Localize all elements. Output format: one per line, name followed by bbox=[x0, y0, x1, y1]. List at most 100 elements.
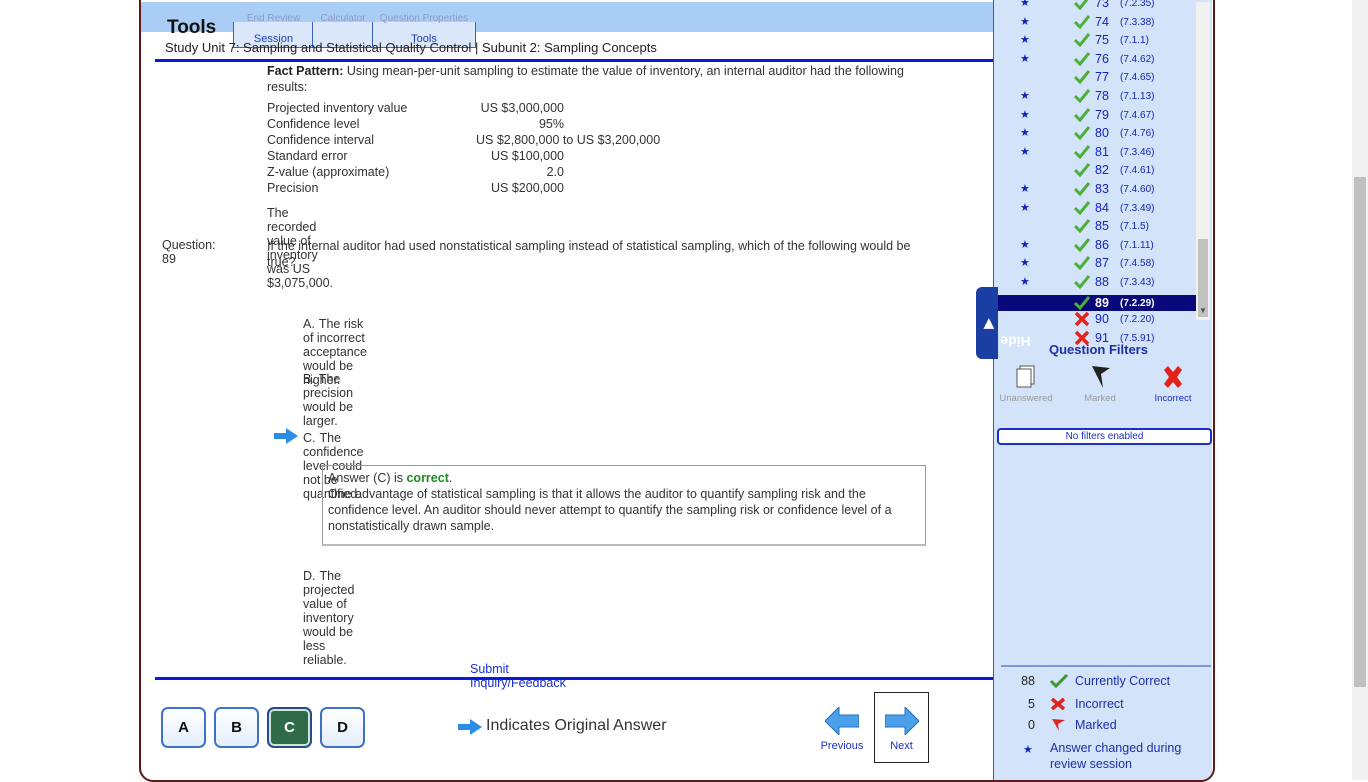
star-icon: ★ bbox=[1020, 145, 1030, 158]
star-icon: ★ bbox=[1020, 108, 1030, 121]
toolbar: Tools End Review Session Calculator Ques… bbox=[141, 2, 993, 48]
stat-count: 88 bbox=[1021, 674, 1035, 688]
check-icon bbox=[1074, 200, 1090, 215]
row-label: Confidence level bbox=[267, 117, 360, 131]
check-icon bbox=[1074, 163, 1090, 178]
question-list-scrollbar[interactable]: ▼ bbox=[1196, 2, 1210, 320]
check-icon bbox=[1074, 14, 1090, 29]
question-list-item[interactable]: 77 (7.4.65) bbox=[994, 69, 1196, 87]
question-list-item[interactable]: ★ 78 (7.1.13) bbox=[994, 88, 1196, 106]
question-number: 87 bbox=[1095, 256, 1109, 271]
explanation-suffix: . bbox=[448, 471, 453, 485]
check-icon bbox=[1050, 674, 1068, 688]
fact-pattern-text: Using mean-per-unit sampling to estimate… bbox=[267, 64, 904, 94]
explanation-status: correct bbox=[406, 471, 449, 485]
question-list-item[interactable]: ★ 83 (7.4.60) bbox=[994, 181, 1196, 199]
answer-explanation: Answer (C) is correct. One advantage of … bbox=[322, 465, 926, 546]
question-list-item[interactable]: 89 (7.2.29) bbox=[994, 294, 1196, 311]
header-divider bbox=[155, 59, 993, 62]
question-ref: (7.3.46) bbox=[1120, 146, 1155, 158]
answer-button-d[interactable]: D bbox=[320, 707, 365, 748]
question-ref: (7.1.13) bbox=[1120, 91, 1155, 102]
question-ref: (7.3.49) bbox=[1120, 202, 1155, 214]
question-number: 90 bbox=[1095, 312, 1109, 327]
row-value: US $200,000 bbox=[491, 181, 564, 195]
question-ref: (7.3.43) bbox=[1120, 277, 1155, 288]
breadcrumb: Study Unit 7: Sampling and Statistical Q… bbox=[165, 40, 657, 55]
page-scrollbar[interactable] bbox=[1352, 0, 1368, 780]
star-icon: ★ bbox=[1020, 201, 1030, 214]
stat-count: 0 bbox=[1028, 718, 1035, 732]
choice-b[interactable]: B. The precision would be larger. bbox=[303, 372, 353, 428]
row-value: US $2,800,000 to US $3,200,000 bbox=[476, 133, 661, 147]
question-number: 83 bbox=[1095, 182, 1109, 196]
right-arrow-icon bbox=[885, 707, 919, 735]
star-icon: ★ bbox=[1023, 744, 1033, 756]
previous-label: Previous bbox=[820, 740, 864, 752]
fact-pattern-label: Fact Pattern: bbox=[267, 64, 344, 78]
explanation-text: One advantage of statistical sampling is… bbox=[328, 487, 892, 533]
answer-button-b[interactable]: B bbox=[214, 707, 259, 748]
question-ref: (7.2.29) bbox=[1120, 297, 1155, 309]
question-ref: (7.1.5) bbox=[1120, 221, 1149, 233]
choice-letter: B. bbox=[303, 372, 315, 386]
question-list-item[interactable]: ★ 80 (7.4.76) bbox=[994, 125, 1196, 143]
question-number: 89 bbox=[1095, 295, 1109, 310]
check-icon bbox=[1074, 144, 1090, 160]
question-ref: (7.3.38) bbox=[1120, 16, 1155, 28]
question-list-item[interactable]: ★ 86 (7.1.11) bbox=[994, 237, 1196, 255]
page-scrollbar-thumb[interactable] bbox=[1354, 177, 1366, 687]
hide-label: ▶ Hide bbox=[980, 294, 1031, 354]
row-label: Z-value (approximate) bbox=[267, 165, 390, 179]
question-list-item[interactable]: 90 (7.2.20) bbox=[994, 311, 1196, 329]
submit-feedback-link[interactable]: Submit Inquiry/Feedback bbox=[470, 662, 566, 690]
fact-pattern: Fact Pattern: Using mean-per-unit sampli… bbox=[267, 63, 907, 95]
question-list-item[interactable]: ★ 76 (7.4.62) bbox=[994, 51, 1196, 69]
check-icon bbox=[1074, 219, 1090, 234]
next-label: Next bbox=[890, 740, 913, 752]
filter-label: Marked bbox=[1084, 393, 1116, 404]
hide-panel-tab[interactable]: ▶ Hide bbox=[976, 287, 1031, 359]
stats-divider bbox=[1001, 665, 1211, 667]
row-value: 95% bbox=[538, 117, 564, 131]
original-answer-legend: Indicates Original Answer bbox=[486, 717, 667, 734]
row-label: Confidence interval bbox=[267, 133, 375, 147]
question-ref: (7.4.67) bbox=[1120, 109, 1155, 121]
question-number: 85 bbox=[1095, 219, 1109, 234]
star-icon: ★ bbox=[1020, 276, 1030, 288]
question-list-item[interactable]: ★ 73 (7.2.35) bbox=[994, 0, 1196, 13]
answer-button-a[interactable]: A bbox=[161, 707, 206, 748]
scroll-down-icon[interactable]: ▼ bbox=[1199, 306, 1207, 315]
check-icon bbox=[1074, 126, 1090, 141]
star-icon: ★ bbox=[1020, 257, 1030, 270]
question-list-item[interactable]: 82 (7.4.61) bbox=[994, 162, 1196, 180]
question-number: 84 bbox=[1095, 200, 1109, 215]
question-number: 75 bbox=[1095, 33, 1109, 48]
previous-button[interactable]: Previous bbox=[817, 707, 867, 755]
question-text: If the internal auditor had used nonstat… bbox=[267, 239, 911, 269]
question-list-item[interactable]: ★ 79 (7.4.67) bbox=[994, 107, 1196, 125]
question-list-item[interactable]: ★ 84 (7.3.49) bbox=[994, 200, 1196, 218]
tools-label: Tools bbox=[167, 17, 217, 38]
question-ref: (7.4.62) bbox=[1120, 53, 1155, 65]
check-icon bbox=[1074, 89, 1090, 104]
question-filters-title: Question Filters bbox=[1049, 342, 1148, 357]
question-list-item[interactable]: ★ 88 (7.3.43) bbox=[994, 274, 1196, 292]
check-icon bbox=[1074, 275, 1090, 290]
question-list-item[interactable]: 85 (7.1.5) bbox=[994, 218, 1196, 236]
stat-label: Answer changed during review session bbox=[1050, 741, 1182, 771]
question-ref: (7.4.61) bbox=[1120, 165, 1155, 177]
choice-letter: C. bbox=[303, 431, 316, 445]
check-icon bbox=[1074, 51, 1090, 67]
choice-d[interactable]: D. The projected value of inventory would… bbox=[303, 569, 354, 667]
check-icon bbox=[1074, 0, 1089, 11]
row-value: 2.0 bbox=[546, 165, 564, 179]
question-list-item[interactable]: ★ 81 (7.3.46) bbox=[994, 144, 1196, 162]
stat-label: Incorrect bbox=[1075, 697, 1124, 711]
question-ref: (7.2.35) bbox=[1120, 0, 1155, 9]
question-list-item[interactable]: ★ 74 (7.3.38) bbox=[994, 14, 1196, 32]
question-list-item[interactable]: ★ 75 (7.1.1) bbox=[994, 32, 1196, 50]
next-button[interactable]: Next bbox=[874, 692, 929, 763]
answer-button-c[interactable]: C bbox=[267, 707, 312, 748]
question-list-item[interactable]: ★ 87 (7.4.58) bbox=[994, 255, 1196, 273]
